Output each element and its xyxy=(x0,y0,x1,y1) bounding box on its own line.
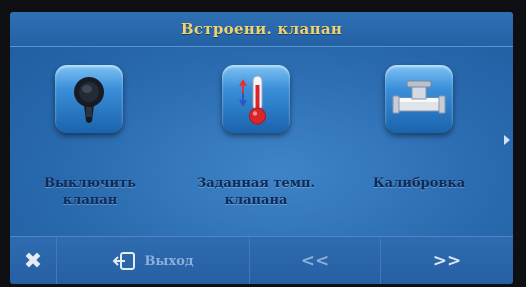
next-button[interactable]: >> xyxy=(381,237,513,284)
previous-label: << xyxy=(300,251,330,271)
calibration-label-line1: Калибровка xyxy=(372,176,466,191)
turn-off-valve-label-line1: Выключить xyxy=(44,176,136,191)
calibration-label: Калибровка xyxy=(344,175,494,192)
close-icon: ✖ xyxy=(23,248,43,274)
close-button[interactable]: ✖ xyxy=(10,237,57,284)
page-title: Встроени. клапан xyxy=(180,20,343,38)
bottom-nav-bar: ✖ Выход << >> xyxy=(10,236,513,284)
thermometer-icon xyxy=(239,75,266,125)
device-frame: Встроени. клапан Выключить клапан Заданн… xyxy=(0,0,526,287)
set-valve-temp-label: Заданная темп. клапана xyxy=(181,175,331,209)
set-valve-temp-label-line2: клапана xyxy=(224,193,288,208)
touch-screen: Встроени. клапан Выключить клапан Заданн… xyxy=(10,12,513,284)
set-valve-temp-label-line1: Заданная темп. xyxy=(196,176,316,191)
previous-button[interactable]: << xyxy=(250,237,381,284)
turn-off-valve-label: Выключить клапан xyxy=(15,175,165,209)
calibration-button[interactable] xyxy=(385,65,453,133)
exit-label: Выход xyxy=(144,253,194,269)
pipe-valve-icon xyxy=(392,80,446,114)
turn-off-valve-button[interactable] xyxy=(55,65,123,133)
title-bar: Встроени. клапан xyxy=(10,12,513,47)
set-valve-temp-button[interactable] xyxy=(222,65,290,133)
valve-handle-icon xyxy=(74,77,104,123)
exit-door-icon xyxy=(113,252,136,270)
next-label: >> xyxy=(432,251,462,271)
next-page-arrow-icon[interactable] xyxy=(504,135,510,145)
exit-button[interactable]: Выход xyxy=(57,237,250,284)
turn-off-valve-label-line2: клапан xyxy=(62,193,118,208)
